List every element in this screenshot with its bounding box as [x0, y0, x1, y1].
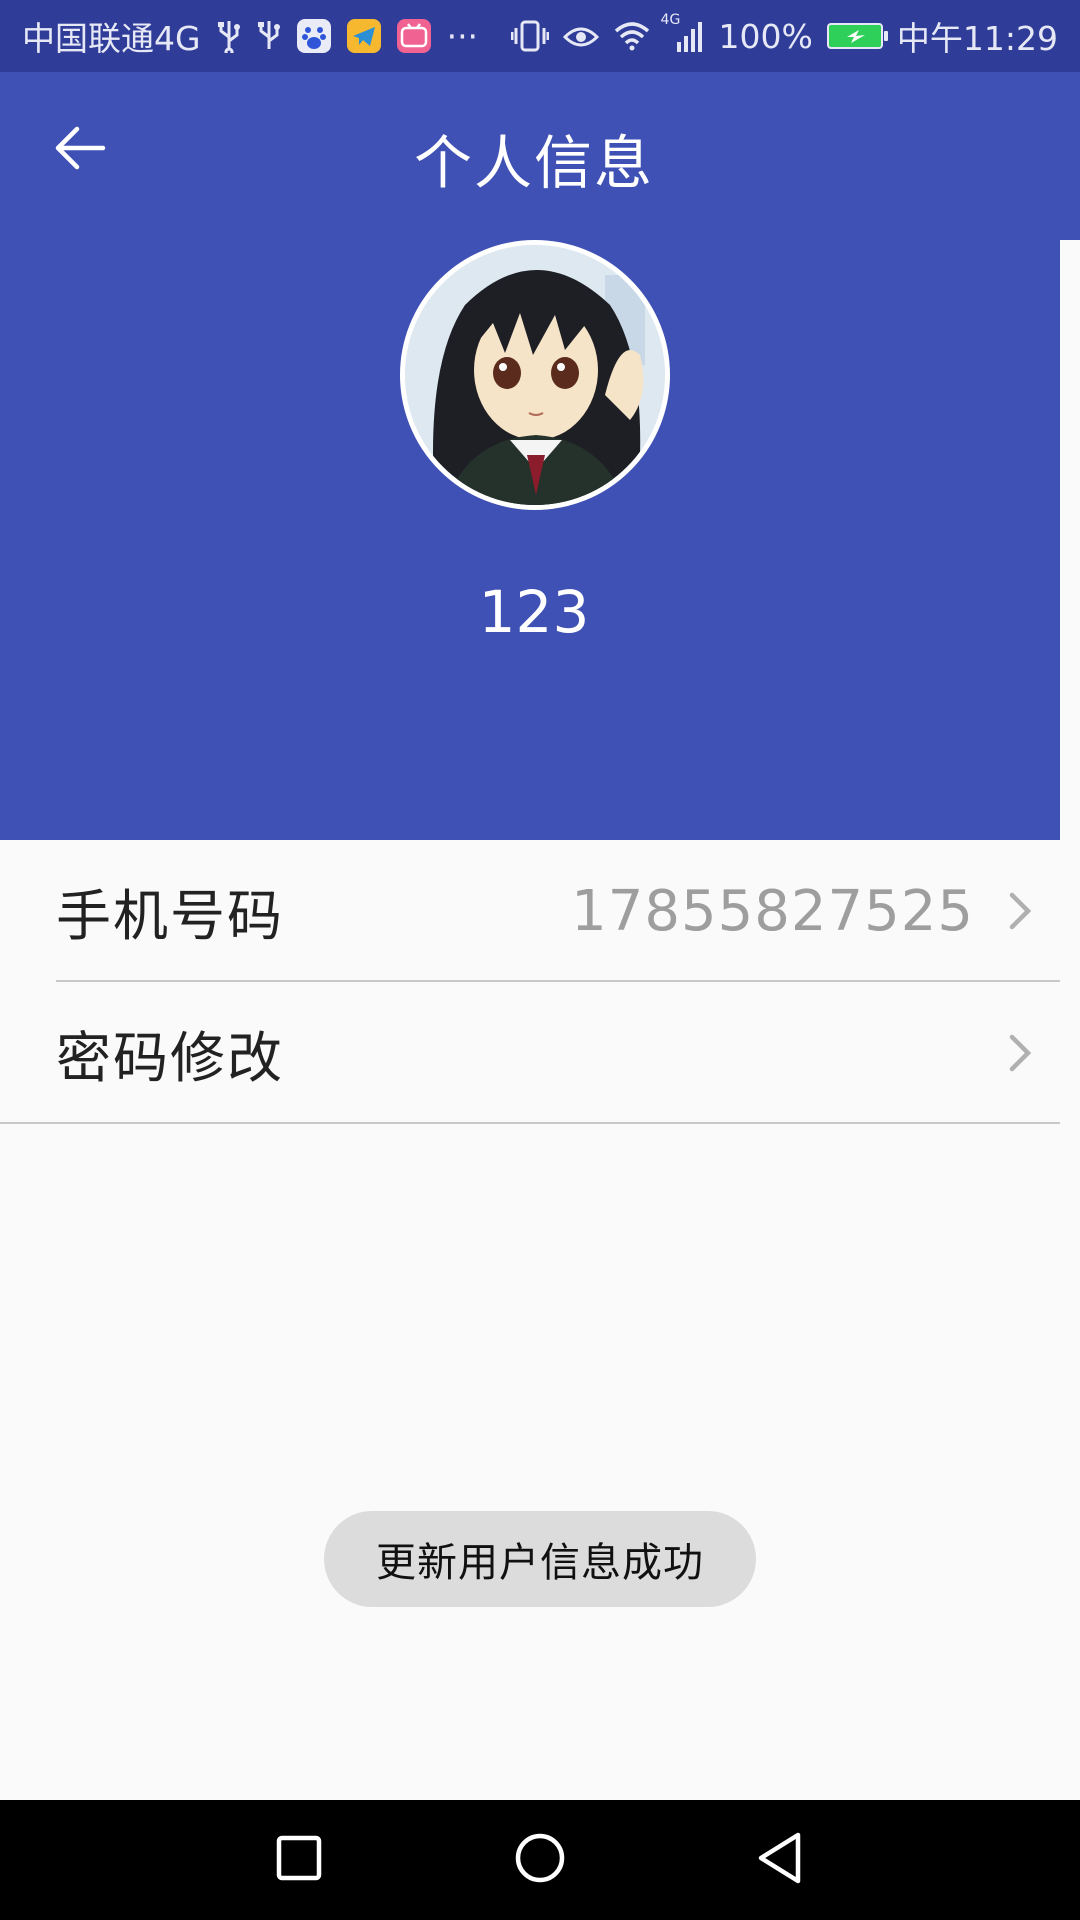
carrier-label: 中国联通4G: [22, 19, 201, 58]
battery-percent: 100%: [718, 16, 813, 56]
system-back-button[interactable]: [745, 1828, 815, 1892]
chevron-right-icon: [1006, 1031, 1034, 1075]
page-title: 个人信息: [413, 129, 654, 197]
usb-icon: [257, 19, 281, 53]
anime-avatar-image: [405, 245, 665, 505]
baidu-app-icon: [296, 19, 331, 53]
eye-icon: [562, 21, 599, 51]
status-bar: 中国联通4G ··· 4G 100% 中午11:29: [0, 0, 1080, 72]
network-badge: 4G: [660, 12, 681, 28]
username: 123: [478, 578, 590, 646]
bilibili-app-icon: [396, 19, 431, 53]
change-password-row[interactable]: 密码修改: [0, 982, 1060, 1124]
telegram-app-icon: [346, 19, 381, 53]
recent-apps-icon: [275, 1834, 323, 1886]
avatar[interactable]: [400, 240, 670, 510]
toast-message: 更新用户信息成功: [324, 1511, 756, 1607]
phone-number-label: 手机号码: [56, 884, 285, 948]
edge-strip: [1060, 240, 1080, 1800]
back-triangle-icon: [755, 1831, 805, 1889]
phone-number-value: 17855827525: [571, 878, 974, 944]
change-password-label: 密码修改: [56, 1026, 285, 1090]
row-divider: [0, 1122, 1060, 1124]
home-icon: [513, 1831, 567, 1889]
phone-number-row[interactable]: 手机号码 17855827525: [0, 840, 1060, 982]
usb-icon: [217, 19, 241, 53]
info-list: 手机号码 17855827525 密码修改: [0, 840, 1060, 1124]
signal-icon: 4G: [661, 12, 705, 52]
clock: 中午11:29: [896, 19, 1058, 58]
recent-apps-button[interactable]: [264, 1828, 334, 1892]
battery-charging-icon: [826, 23, 888, 49]
more-notifications: ···: [446, 16, 479, 56]
vibrate-icon: [510, 19, 549, 53]
navigation-bar: [0, 1800, 1080, 1920]
chevron-right-icon: [1006, 889, 1034, 933]
wifi-icon: [613, 21, 651, 51]
home-button[interactable]: [505, 1828, 575, 1892]
